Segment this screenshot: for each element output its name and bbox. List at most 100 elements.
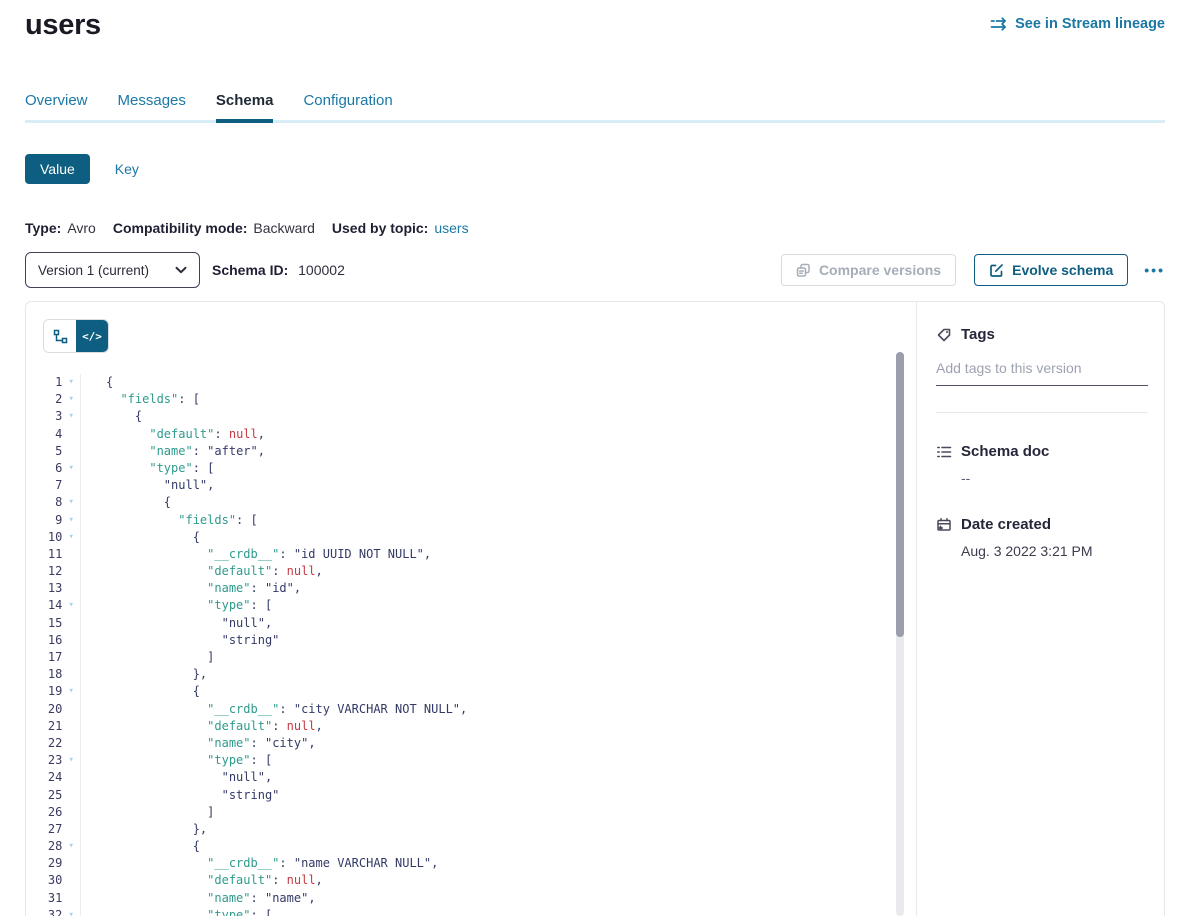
code-text: "string" xyxy=(81,632,279,649)
compatibility-value: Backward xyxy=(253,220,314,236)
line-number: 17 xyxy=(26,649,62,666)
schema-doc-title: Schema doc xyxy=(961,443,1049,460)
line-number: 25 xyxy=(26,787,62,804)
code-text: "type": [ xyxy=(81,460,214,477)
compare-versions-button[interactable]: Compare versions xyxy=(781,254,956,286)
code-line: 18 }, xyxy=(26,666,916,683)
schema-code-panel: </> 1▾{2▾ "fields": [3▾ {4 "default": nu… xyxy=(26,302,916,916)
fold-caret-icon xyxy=(62,649,80,666)
code-line: 14▾ "type": [ xyxy=(26,597,916,614)
fold-caret-icon xyxy=(62,632,80,649)
date-created-section: Date created Aug. 3 2022 3:21 PM xyxy=(936,516,1148,559)
used-by-topic-label: Used by topic: xyxy=(332,220,428,236)
code-text: "type": [ xyxy=(81,752,272,769)
more-options-button[interactable]: ••• xyxy=(1144,265,1165,275)
tree-view-button[interactable] xyxy=(44,320,76,352)
code-text: "type": [ xyxy=(81,907,272,916)
line-number: 30 xyxy=(26,872,62,889)
code-view-button[interactable]: </> xyxy=(76,320,108,352)
schema-detail-panel: </> 1▾{2▾ "fields": [3▾ {4 "default": nu… xyxy=(25,301,1165,916)
line-number: 20 xyxy=(26,701,62,718)
fold-caret-icon xyxy=(62,872,80,889)
line-number: 15 xyxy=(26,615,62,632)
line-number: 9 xyxy=(26,512,62,529)
line-number: 11 xyxy=(26,546,62,563)
code-text: }, xyxy=(81,821,207,838)
fold-caret-icon[interactable]: ▾ xyxy=(62,683,80,700)
fold-caret-icon[interactable]: ▾ xyxy=(62,408,80,425)
evolve-schema-label: Evolve schema xyxy=(1012,262,1113,278)
add-tags-input[interactable] xyxy=(936,360,1148,386)
tags-section: Tags xyxy=(936,326,1148,386)
stream-lineage-link[interactable]: See in Stream lineage xyxy=(990,16,1165,32)
code-line: 17 ] xyxy=(26,649,916,666)
stream-lineage-icon xyxy=(990,17,1008,31)
code-line: 28▾ { xyxy=(26,838,916,855)
line-number: 18 xyxy=(26,666,62,683)
line-number: 5 xyxy=(26,443,62,460)
fold-caret-icon[interactable]: ▾ xyxy=(62,460,80,477)
code-text: "default": null, xyxy=(81,563,323,580)
version-select[interactable]: Version 1 (current) xyxy=(25,252,200,288)
topic-link[interactable]: users xyxy=(434,220,468,236)
line-number: 32 xyxy=(26,907,62,916)
code-text: "name": "name", xyxy=(81,890,316,907)
code-line: 4 "default": null, xyxy=(26,426,916,443)
fold-caret-icon xyxy=(62,821,80,838)
type-value: Avro xyxy=(67,220,96,236)
schema-id: Schema ID: 100002 xyxy=(212,262,345,278)
fold-caret-icon[interactable]: ▾ xyxy=(62,374,80,391)
code-text: "__crdb__": "name VARCHAR NULL", xyxy=(81,855,438,872)
fold-caret-icon[interactable]: ▾ xyxy=(62,752,80,769)
fold-caret-icon[interactable]: ▾ xyxy=(62,838,80,855)
line-number: 8 xyxy=(26,494,62,511)
fold-caret-icon[interactable]: ▾ xyxy=(62,597,80,614)
stream-lineage-label: See in Stream lineage xyxy=(1015,16,1165,32)
code-text: "name": "id", xyxy=(81,580,301,597)
code-line: 12 "default": null, xyxy=(26,563,916,580)
line-number: 3 xyxy=(26,408,62,425)
tab-overview[interactable]: Overview xyxy=(25,92,88,123)
fold-caret-icon[interactable]: ▾ xyxy=(62,494,80,511)
code-text: "default": null, xyxy=(81,872,323,889)
line-number: 16 xyxy=(26,632,62,649)
fold-caret-icon xyxy=(62,787,80,804)
fold-caret-icon[interactable]: ▾ xyxy=(62,512,80,529)
tab-messages[interactable]: Messages xyxy=(118,92,186,123)
code-text: "default": null, xyxy=(81,718,323,735)
scrollbar-track[interactable] xyxy=(896,352,904,916)
evolve-schema-button[interactable]: Evolve schema xyxy=(974,254,1128,286)
line-number: 1 xyxy=(26,374,62,391)
code-line: 19▾ { xyxy=(26,683,916,700)
code-text: { xyxy=(81,838,200,855)
fold-caret-icon[interactable]: ▾ xyxy=(62,907,80,916)
date-created-value: Aug. 3 2022 3:21 PM xyxy=(961,543,1148,559)
code-line: 11 "__crdb__": "id UUID NOT NULL", xyxy=(26,546,916,563)
code-line: 30 "default": null, xyxy=(26,872,916,889)
key-toggle-link[interactable]: Key xyxy=(115,161,139,177)
calendar-plus-icon xyxy=(936,517,952,533)
fold-caret-icon[interactable]: ▾ xyxy=(62,529,80,546)
compare-versions-icon xyxy=(796,263,811,278)
value-toggle-button[interactable]: Value xyxy=(25,154,90,184)
line-number: 10 xyxy=(26,529,62,546)
line-number: 21 xyxy=(26,718,62,735)
code-line: 26 ] xyxy=(26,804,916,821)
code-line: 32▾ "type": [ xyxy=(26,907,916,916)
tab-configuration[interactable]: Configuration xyxy=(303,92,392,123)
code-text: ] xyxy=(81,649,214,666)
code-text: "__crdb__": "city VARCHAR NOT NULL", xyxy=(81,701,467,718)
page-header: users See in Stream lineage xyxy=(25,0,1165,42)
list-icon xyxy=(936,444,952,460)
code-text: { xyxy=(81,408,142,425)
code-line: 1▾{ xyxy=(26,374,916,391)
tab-schema[interactable]: Schema xyxy=(216,92,274,123)
line-number: 29 xyxy=(26,855,62,872)
fold-caret-icon xyxy=(62,769,80,786)
date-created-title: Date created xyxy=(961,516,1051,533)
code-line: 29 "__crdb__": "name VARCHAR NULL", xyxy=(26,855,916,872)
fold-caret-icon[interactable]: ▾ xyxy=(62,391,80,408)
page-title: users xyxy=(25,8,101,42)
line-number: 4 xyxy=(26,426,62,443)
scrollbar-thumb[interactable] xyxy=(896,352,904,637)
